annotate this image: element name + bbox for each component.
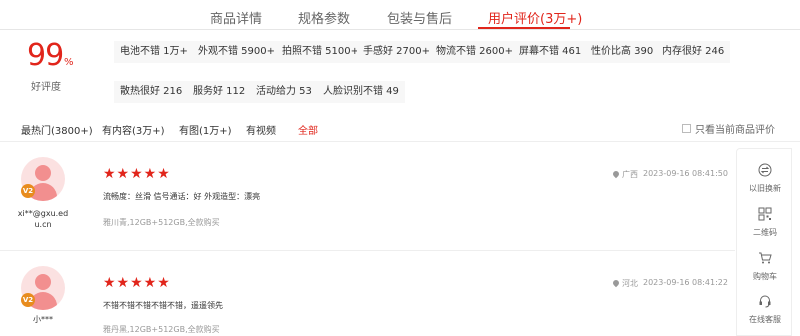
trade-in-button[interactable]: 以旧换新 [737, 161, 793, 201]
trade-in-label: 以旧换新 [749, 184, 781, 193]
qr-code-label: 二维码 [753, 228, 777, 237]
vip-badge: V2 [21, 293, 35, 307]
review-tag[interactable]: 拍照不错 5100+ [276, 41, 366, 63]
review-tag[interactable]: 手感好 2700+ [357, 41, 437, 63]
purchase-spec: 雅川青,12GB+512GB,全款购买 [103, 218, 220, 227]
rating-stars: ★★★★★ [103, 166, 171, 182]
positive-rate-label: 好评度 [31, 82, 61, 93]
positive-rate-percent-sign: % [64, 57, 74, 68]
filter-has-content[interactable]: 有内容(3万+) [102, 122, 165, 137]
filter-divider [0, 141, 800, 142]
review-location: 河北 [622, 279, 638, 288]
review-tag[interactable]: 服务好 112 [187, 81, 252, 103]
location-pin-icon [611, 169, 621, 179]
tab-specifications[interactable]: 规格参数 [298, 8, 350, 27]
only-current-product-checkbox[interactable] [682, 124, 691, 133]
review-tag[interactable]: 性价比高 390 [585, 41, 660, 63]
review-content: 不错不错不错不错不错，遥遥领先 [103, 301, 223, 310]
purchase-spec: 雅丹黑,12GB+512GB,全款购买 [103, 325, 220, 334]
swap-icon [758, 163, 772, 177]
review-filters: 最热门(3800+) 有内容(3万+) 有图(1万+) 有视频 全部 [0, 116, 800, 140]
review-time: 2023-09-16 08:41:22 [643, 278, 728, 287]
review-tag[interactable]: 内存很好 246 [656, 41, 731, 63]
review-tag[interactable]: 屏幕不错 461 [513, 41, 588, 63]
review-tag[interactable]: 外观不错 5900+ [192, 41, 282, 63]
username: 小*** [33, 315, 53, 324]
location-pin-icon [611, 278, 621, 288]
qr-code-button[interactable]: 二维码 [737, 205, 793, 245]
tab-product-details[interactable]: 商品详情 [210, 8, 262, 27]
active-tab-underline [478, 27, 570, 29]
tab-packaging-aftersales[interactable]: 包装与售后 [387, 8, 452, 27]
username: xi**@gxu.ed [17, 209, 69, 218]
review-tag[interactable]: 散热很好 216 [114, 81, 189, 103]
customer-service-label: 在线客服 [749, 315, 781, 324]
review-tag[interactable]: 人脸识别不错 49 [317, 81, 405, 103]
tab-user-reviews[interactable]: 用户评价(3万+) [488, 8, 582, 27]
detail-tabs: 商品详情 规格参数 包装与售后 用户评价(3万+) [0, 0, 800, 30]
filter-has-images[interactable]: 有图(1万+) [179, 122, 232, 137]
cart-button[interactable]: 购物车 [737, 249, 793, 289]
review-content: 流畅度：丝滑 信号通话：好 外观造型：漂亮 [103, 192, 261, 201]
shopping-cart-icon [759, 252, 772, 264]
review-tag[interactable]: 电池不错 1万+ [114, 41, 194, 63]
qr-code-icon [758, 207, 772, 221]
review-time: 2023-09-16 08:41:50 [643, 169, 728, 178]
vip-badge: V2 [21, 184, 35, 198]
filter-all[interactable]: 全部 [298, 122, 318, 137]
positive-rate-value: 99 [27, 38, 64, 73]
filter-hottest[interactable]: 最热门(3800+) [21, 122, 93, 137]
review-location: 广西 [622, 170, 638, 179]
customer-service-button[interactable]: 在线客服 [737, 292, 793, 332]
review-tag[interactable]: 物流不错 2600+ [430, 41, 520, 63]
rating-stars: ★★★★★ [103, 275, 171, 291]
filter-has-video[interactable]: 有视频 [246, 122, 276, 137]
headset-icon [759, 295, 771, 308]
only-current-product-label[interactable]: 只看当前商品评价 [695, 121, 775, 136]
review-separator [0, 250, 735, 251]
right-toolbar: 以旧换新 二维码 购物车 在线客服 [736, 148, 792, 336]
cart-label: 购物车 [753, 272, 777, 281]
review-tag[interactable]: 活动给力 53 [250, 81, 318, 103]
username-continued: u.cn [34, 220, 52, 229]
